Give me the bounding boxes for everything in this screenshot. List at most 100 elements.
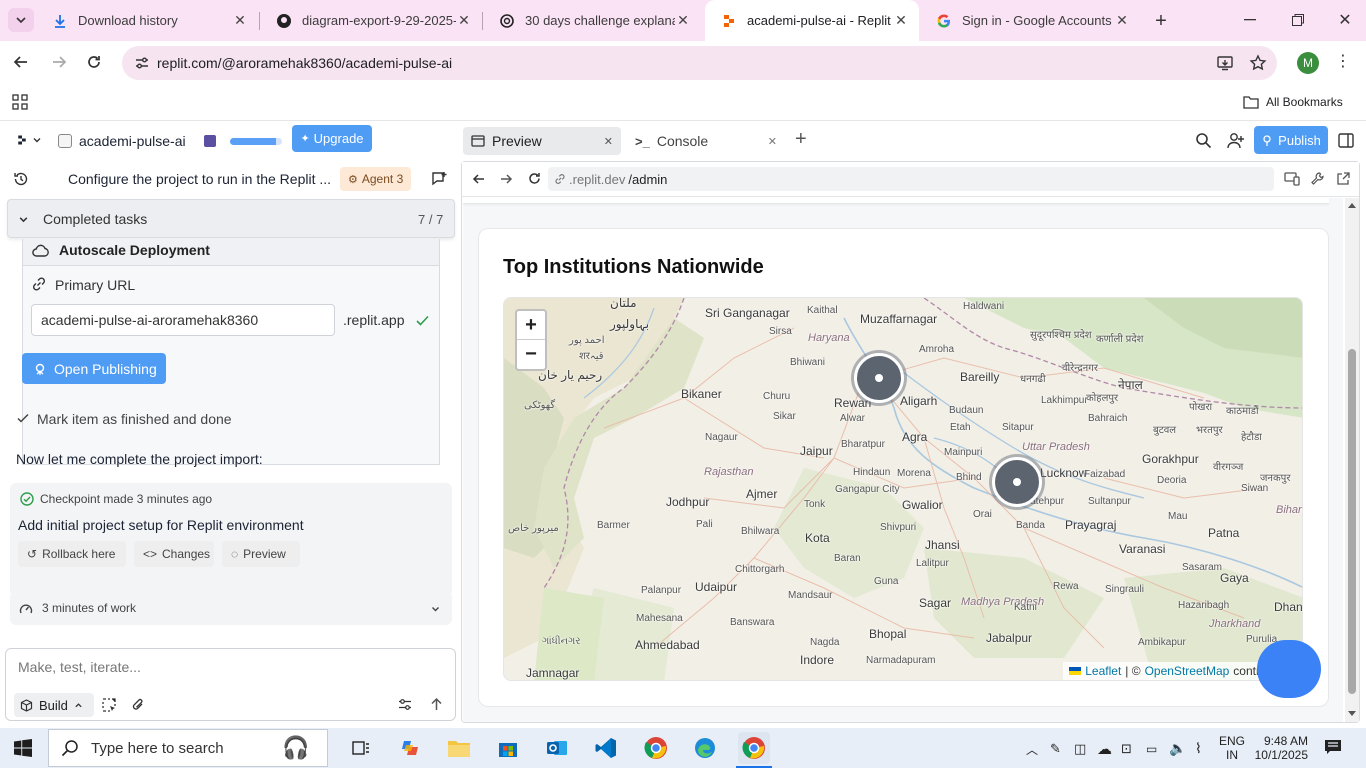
devices-icon[interactable] <box>1284 172 1300 186</box>
webview-scrollbar[interactable] <box>1345 198 1359 722</box>
apps-grid-icon[interactable] <box>12 94 28 110</box>
attach-icon[interactable] <box>131 697 145 712</box>
all-bookmarks-button[interactable]: All Bookmarks <box>1243 92 1343 112</box>
onedrive-icon[interactable]: ☁ <box>1097 740 1112 758</box>
checkpoint-preview-button[interactable]: ◌ Preview <box>222 541 300 567</box>
agent-input-placeholder[interactable]: Make, test, iterate... <box>18 659 141 675</box>
institution-cluster-marker[interactable] <box>992 457 1042 507</box>
scrollbar-thumb[interactable] <box>1348 349 1356 694</box>
settings-sliders-icon[interactable] <box>398 698 412 711</box>
reload-icon[interactable] <box>527 171 542 186</box>
chrome-active-button[interactable] <box>738 732 770 764</box>
reload-button[interactable] <box>85 53 103 71</box>
task-view-button[interactable] <box>345 732 377 764</box>
upgrade-button[interactable]: ✦ Upgrade <box>292 125 372 152</box>
network-icon[interactable]: ⌇ <box>1195 740 1202 757</box>
arrow-right-icon[interactable] <box>499 172 513 186</box>
install-app-icon[interactable] <box>1216 54 1234 72</box>
tab-search-button[interactable] <box>8 8 34 32</box>
thread-title[interactable]: Configure the project to run in the Repl… <box>68 171 331 187</box>
institutions-map[interactable]: ملتان بہاولپور احمد پور शरقیہ رحیم یار خ… <box>503 297 1303 681</box>
agent-input-box[interactable]: Make, test, iterate... Build <box>5 648 456 721</box>
forward-button[interactable] <box>50 53 68 71</box>
changes-button[interactable]: <> Changes <box>134 541 214 567</box>
osm-link[interactable]: OpenStreetMap <box>1145 664 1230 678</box>
back-button[interactable] <box>12 53 30 71</box>
map-label: हेटौडा <box>1241 432 1262 443</box>
webview-url-bar[interactable]: .replit.dev/admin <box>548 167 1274 191</box>
project-name[interactable]: academi-pulse-ai <box>79 133 186 149</box>
leaflet-link[interactable]: Leaflet <box>1085 664 1121 678</box>
select-element-icon[interactable] <box>102 698 116 712</box>
tray-overflow-button[interactable]: ︿ <box>1026 741 1038 758</box>
microsoft-store-button[interactable] <box>492 732 524 764</box>
tab-preview[interactable]: Preview ✕ <box>463 127 621 155</box>
mode-selector[interactable]: Build <box>14 693 94 717</box>
taskbar-search-placeholder[interactable]: Type here to search <box>91 740 224 757</box>
start-button[interactable] <box>14 739 32 757</box>
vscode-button[interactable] <box>590 732 622 764</box>
wifi-warning-icon[interactable]: ⊡ <box>1121 741 1132 757</box>
new-pane-tab-button[interactable]: + <box>795 129 807 149</box>
new-tab-button[interactable]: + <box>1150 10 1172 32</box>
completed-tasks-header[interactable]: Completed tasks 7 / 7 <box>7 199 455 238</box>
invite-user-icon[interactable] <box>1227 132 1245 149</box>
outlook-button[interactable] <box>541 732 573 764</box>
close-icon[interactable]: ✕ <box>1114 12 1130 29</box>
clock[interactable]: 9:48 AM 10/1/2025 <box>1252 734 1308 762</box>
wrench-icon[interactable] <box>1310 171 1325 186</box>
language-indicator[interactable]: ENG IN <box>1218 734 1246 762</box>
zoom-out-button[interactable]: − <box>517 340 545 369</box>
minimize-button[interactable] <box>1238 12 1262 28</box>
zoom-in-button[interactable]: + <box>517 311 545 340</box>
address-bar[interactable]: replit.com/@aroramehak8360/academi-pulse… <box>122 46 1277 80</box>
arrow-left-icon[interactable] <box>472 172 486 186</box>
close-icon[interactable]: ✕ <box>604 135 613 148</box>
site-info-icon[interactable] <box>134 55 150 71</box>
primary-url-input[interactable]: academi-pulse-ai-aroramehak8360 <box>31 304 335 336</box>
file-explorer-button[interactable] <box>443 732 475 764</box>
edge-button[interactable] <box>689 732 721 764</box>
chrome-button[interactable] <box>640 732 672 764</box>
browser-tab-google-signin[interactable]: Sign in - Google Accounts ✕ <box>920 0 1140 41</box>
browser-tab-diagram[interactable]: diagram-export-9-29-2025- ✕ <box>260 0 482 41</box>
copilot-app-button[interactable] <box>394 732 426 764</box>
history-icon[interactable] <box>13 171 29 187</box>
agent-badge[interactable]: ⚙ Agent 3 <box>340 167 412 191</box>
url-text[interactable]: replit.com/@aroramehak8360/academi-pulse… <box>157 55 452 71</box>
window-close-button[interactable]: ✕ <box>1333 10 1357 30</box>
stop-icon[interactable] <box>204 135 216 147</box>
replit-menu-button[interactable] <box>16 134 42 146</box>
browser-tab-download-history[interactable]: Download history ✕ <box>36 0 258 41</box>
new-chat-icon[interactable] <box>431 171 448 187</box>
tab-console[interactable]: >_ Console ✕ <box>627 127 785 155</box>
work-summary-row[interactable]: 3 minutes of work <box>10 592 452 625</box>
bookmark-star-icon[interactable] <box>1249 54 1267 72</box>
profile-avatar[interactable]: M <box>1297 52 1319 74</box>
restore-button[interactable] <box>1286 12 1310 28</box>
close-icon[interactable]: ✕ <box>232 12 248 29</box>
close-icon[interactable]: ✕ <box>768 135 777 148</box>
open-publishing-button[interactable]: Open Publishing <box>22 353 166 384</box>
rollback-button[interactable]: ↺ Rollback here <box>18 541 126 567</box>
browser-menu-button[interactable]: ⋮ <box>1335 54 1351 70</box>
pen-icon[interactable]: ✎ <box>1050 741 1061 757</box>
camera-icon[interactable]: ◫ <box>1074 741 1086 757</box>
search-icon[interactable] <box>1195 132 1212 149</box>
institution-cluster-marker[interactable] <box>854 353 904 403</box>
sidebar-toggle-icon[interactable] <box>1338 133 1354 148</box>
close-icon[interactable]: ✕ <box>456 12 472 29</box>
scroll-down-icon[interactable] <box>1348 711 1356 717</box>
browser-tab-replit[interactable]: academi-pulse-ai - Replit ✕ <box>705 0 919 41</box>
open-external-icon[interactable] <box>1336 171 1351 186</box>
browser-tab-30-days[interactable]: 30 days challenge explanatio ✕ <box>483 0 701 41</box>
send-arrow-icon[interactable] <box>430 697 443 711</box>
close-icon[interactable]: ✕ <box>893 12 909 29</box>
scroll-up-icon[interactable] <box>1348 202 1356 208</box>
battery-icon[interactable]: ▭ <box>1146 742 1157 756</box>
notifications-button[interactable] <box>1324 739 1342 755</box>
volume-icon[interactable]: 🔈 <box>1169 740 1186 757</box>
close-icon[interactable]: ✕ <box>675 12 691 29</box>
publish-button[interactable]: Publish <box>1254 126 1328 154</box>
floating-chat-button[interactable] <box>1257 640 1321 698</box>
